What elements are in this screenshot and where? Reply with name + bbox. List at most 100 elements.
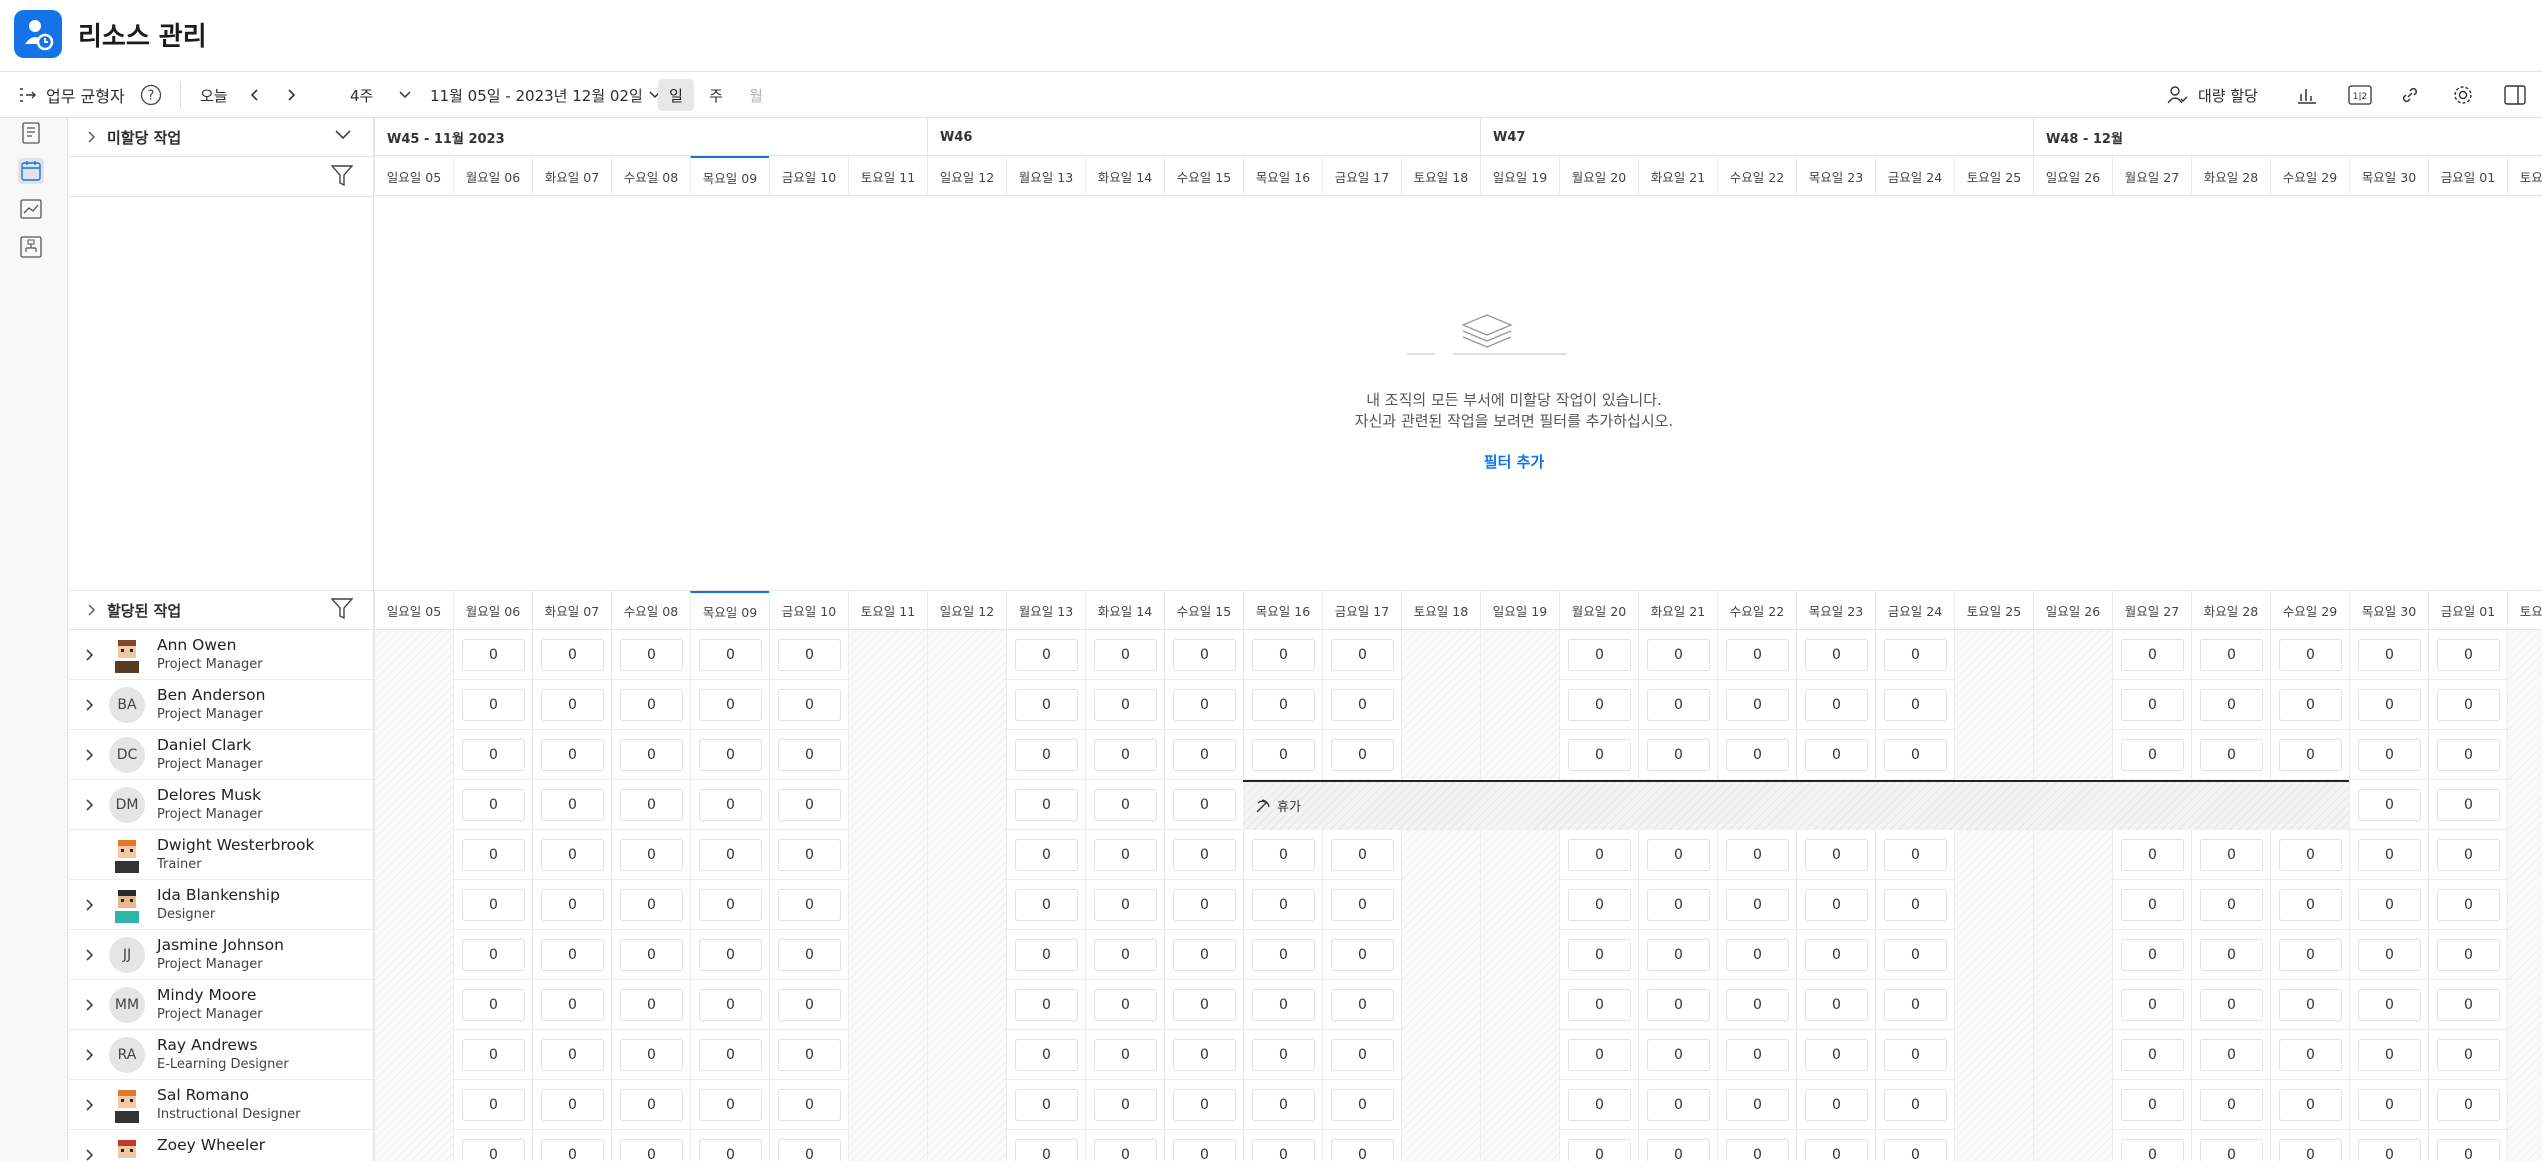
allocation-input[interactable]: 0 xyxy=(699,889,762,921)
allocation-cell[interactable]: 0 xyxy=(1322,680,1401,730)
allocation-cell[interactable]: 0 xyxy=(769,630,848,680)
view-week-button[interactable]: 주 xyxy=(698,79,734,111)
allocation-input[interactable]: 0 xyxy=(1094,689,1157,721)
allocation-cell[interactable]: 0 xyxy=(2428,880,2507,930)
allocation-cell[interactable]: 0 xyxy=(611,830,690,880)
allocation-cell[interactable]: 0 xyxy=(769,1030,848,1080)
expand-chevron-right-icon[interactable] xyxy=(81,1147,97,1161)
allocation-cell[interactable]: 0 xyxy=(1322,630,1401,680)
allocation-cell[interactable]: 0 xyxy=(769,830,848,880)
allocation-input[interactable]: 0 xyxy=(778,1139,841,1161)
allocation-input[interactable]: 0 xyxy=(2358,739,2421,771)
allocation-cell[interactable]: 0 xyxy=(1717,1030,1796,1080)
allocation-cell[interactable]: 0 xyxy=(2112,1130,2191,1161)
expand-chevron-right-icon[interactable] xyxy=(81,697,97,713)
allocation-input[interactable]: 0 xyxy=(1726,689,1789,721)
allocation-input[interactable]: 0 xyxy=(2200,1139,2263,1161)
allocation-input[interactable]: 0 xyxy=(541,639,604,671)
allocation-input[interactable]: 0 xyxy=(1726,639,1789,671)
allocation-cell[interactable]: 0 xyxy=(690,830,769,880)
allocation-input[interactable]: 0 xyxy=(2121,1039,2184,1071)
allocation-cell[interactable]: 0 xyxy=(1164,1030,1243,1080)
allocation-cell[interactable]: 0 xyxy=(2428,1030,2507,1080)
allocation-input[interactable]: 0 xyxy=(2279,689,2342,721)
allocation-input[interactable]: 0 xyxy=(1884,939,1947,971)
expand-chevron-right-icon[interactable] xyxy=(81,647,97,663)
allocation-cell[interactable]: 0 xyxy=(2349,980,2428,1030)
expand-chevron-right-icon[interactable] xyxy=(81,797,97,813)
allocation-input[interactable]: 0 xyxy=(1015,889,1078,921)
allocation-cell[interactable]: 0 xyxy=(453,930,532,980)
allocation-input[interactable]: 0 xyxy=(620,1139,683,1161)
allocation-cell[interactable]: 0 xyxy=(1243,1130,1322,1161)
allocation-cell[interactable]: 0 xyxy=(611,980,690,1030)
allocation-cell[interactable]: 0 xyxy=(1006,630,1085,680)
allocation-input[interactable]: 0 xyxy=(462,1089,525,1121)
allocation-cell[interactable]: 0 xyxy=(2428,680,2507,730)
allocation-input[interactable]: 0 xyxy=(1884,739,1947,771)
allocation-input[interactable]: 0 xyxy=(2121,939,2184,971)
allocation-cell[interactable]: 0 xyxy=(1085,1080,1164,1130)
allocation-input[interactable]: 0 xyxy=(462,939,525,971)
allocation-input[interactable]: 0 xyxy=(2437,989,2500,1021)
allocation-input[interactable]: 0 xyxy=(1094,889,1157,921)
allocation-input[interactable]: 0 xyxy=(1805,1089,1868,1121)
allocation-input[interactable]: 0 xyxy=(1094,639,1157,671)
allocation-input[interactable]: 0 xyxy=(2437,1039,2500,1071)
allocation-input[interactable]: 0 xyxy=(1015,1039,1078,1071)
allocation-cell[interactable]: 0 xyxy=(1085,630,1164,680)
allocation-input[interactable]: 0 xyxy=(1331,1139,1394,1161)
allocation-cell[interactable]: 0 xyxy=(2428,730,2507,780)
allocation-cell[interactable]: 0 xyxy=(690,930,769,980)
allocation-cell[interactable]: 0 xyxy=(1559,980,1638,1030)
allocation-cell[interactable]: 0 xyxy=(2112,1030,2191,1080)
allocation-input[interactable]: 0 xyxy=(541,789,604,821)
allocation-input[interactable]: 0 xyxy=(1173,789,1236,821)
allocation-input[interactable]: 0 xyxy=(1252,1089,1315,1121)
allocation-input[interactable]: 0 xyxy=(620,789,683,821)
allocation-cell[interactable]: 0 xyxy=(769,980,848,1030)
allocation-input[interactable]: 0 xyxy=(1015,789,1078,821)
allocation-input[interactable]: 0 xyxy=(1805,1139,1868,1161)
resource-name[interactable]: Ray Andrews xyxy=(157,1036,258,1054)
allocation-input[interactable]: 0 xyxy=(541,889,604,921)
allocation-cell[interactable]: 0 xyxy=(1559,930,1638,980)
allocation-cell[interactable]: 0 xyxy=(1164,680,1243,730)
allocation-cell[interactable]: 0 xyxy=(1875,980,1954,1030)
help-icon[interactable]: ? xyxy=(140,72,162,118)
allocation-cell[interactable]: 0 xyxy=(1559,830,1638,880)
allocation-input[interactable]: 0 xyxy=(1805,639,1868,671)
unassigned-section-header[interactable]: 미할당 작업 xyxy=(87,118,181,156)
allocation-input[interactable]: 0 xyxy=(2358,839,2421,871)
allocation-input[interactable]: 0 xyxy=(1094,989,1157,1021)
allocation-cell[interactable]: 0 xyxy=(1243,680,1322,730)
allocation-cell[interactable]: 0 xyxy=(1717,980,1796,1030)
allocation-input[interactable]: 0 xyxy=(1173,1039,1236,1071)
allocation-input[interactable]: 0 xyxy=(1805,739,1868,771)
allocation-input[interactable]: 0 xyxy=(620,839,683,871)
allocation-cell[interactable]: 0 xyxy=(1322,980,1401,1030)
allocation-input[interactable]: 0 xyxy=(2121,1139,2184,1161)
allocation-input[interactable]: 0 xyxy=(1094,839,1157,871)
hierarchy-icon[interactable] xyxy=(18,234,44,260)
allocation-input[interactable]: 0 xyxy=(1094,1139,1157,1161)
allocation-cell[interactable]: 0 xyxy=(1085,1130,1164,1161)
allocation-cell[interactable]: 0 xyxy=(1796,1080,1875,1130)
allocation-input[interactable]: 0 xyxy=(1647,689,1710,721)
allocation-cell[interactable]: 0 xyxy=(1796,980,1875,1030)
allocation-cell[interactable]: 0 xyxy=(611,1030,690,1080)
allocation-cell[interactable]: 0 xyxy=(769,880,848,930)
allocation-input[interactable]: 0 xyxy=(699,1039,762,1071)
allocation-cell[interactable]: 0 xyxy=(1717,880,1796,930)
allocation-input[interactable]: 0 xyxy=(778,789,841,821)
allocation-input[interactable]: 0 xyxy=(462,739,525,771)
chart-view-icon[interactable] xyxy=(2296,72,2318,118)
settings-gear-icon[interactable] xyxy=(2452,72,2474,118)
allocation-input[interactable]: 0 xyxy=(1726,889,1789,921)
allocation-cell[interactable]: 0 xyxy=(1638,930,1717,980)
allocation-input[interactable]: 0 xyxy=(1094,739,1157,771)
allocation-input[interactable]: 0 xyxy=(2279,1089,2342,1121)
allocation-cell[interactable]: 0 xyxy=(2112,930,2191,980)
allocation-input[interactable]: 0 xyxy=(462,789,525,821)
allocation-input[interactable]: 0 xyxy=(2200,939,2263,971)
